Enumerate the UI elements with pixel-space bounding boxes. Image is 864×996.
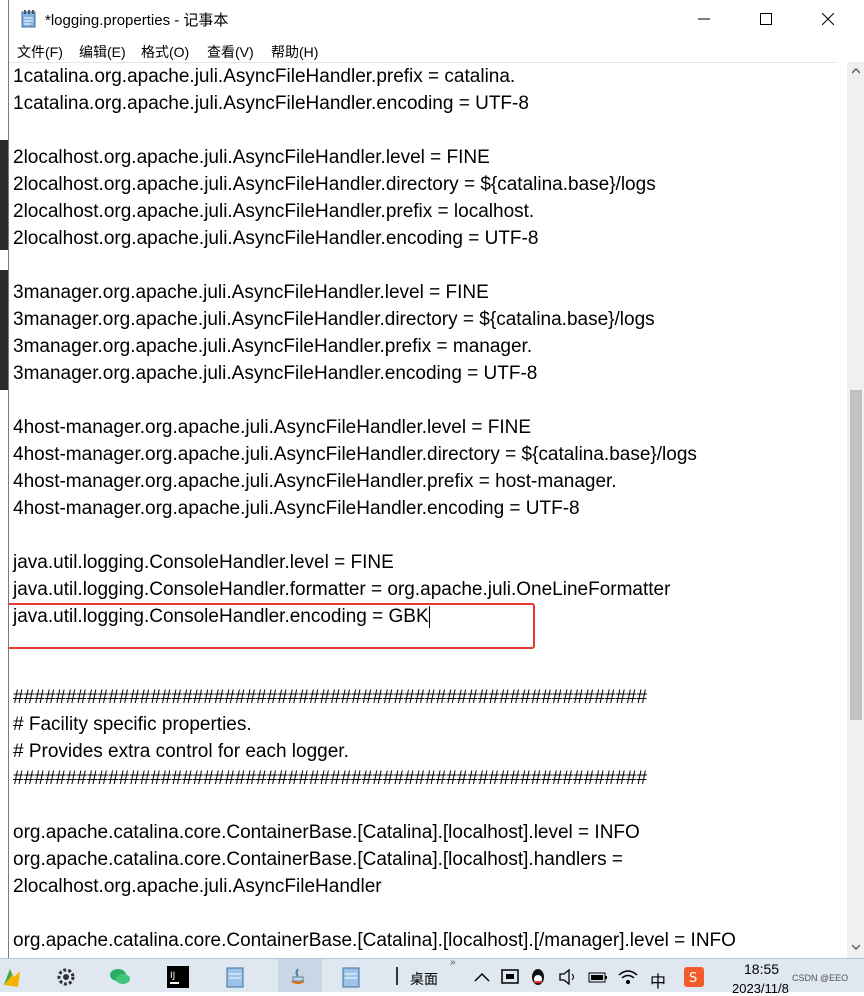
svg-text:IJ: IJ	[170, 971, 175, 981]
notepad-icon[interactable]	[340, 965, 364, 989]
taskbar-separator	[396, 967, 398, 985]
notepad-window: *logging.properties - 记事本 文件(F) 编辑(E) 格式…	[8, 0, 864, 959]
editor-line: 1catalina.org.apache.juli.AsyncFileHandl…	[13, 93, 529, 114]
editor-line: 3manager.org.apache.juli.AsyncFileHandle…	[13, 309, 655, 330]
chevron-up-icon[interactable]	[470, 965, 494, 989]
java-icon[interactable]	[286, 965, 310, 989]
background-terminal-fragment	[0, 270, 8, 390]
editor-line: 4host-manager.org.apache.juli.AsyncFileH…	[13, 444, 697, 465]
desktop-toolbar-label[interactable]: 桌面	[410, 969, 438, 989]
scroll-down-icon	[852, 944, 860, 950]
editor-line: # Provides extra control for each logger…	[13, 741, 349, 762]
editor-line: java.util.logging.ConsoleHandler.encodin…	[13, 606, 429, 627]
editor-line: 4host-manager.org.apache.juli.AsyncFileH…	[13, 417, 532, 438]
editor-line: org.apache.catalina.core.ContainerBase.[…	[13, 849, 623, 870]
menu-help[interactable]: 帮助(H)	[271, 42, 318, 62]
close-button[interactable]	[805, 0, 851, 38]
menu-file[interactable]: 文件(F)	[17, 42, 63, 62]
ime-icon[interactable]: 中	[650, 968, 666, 992]
minimize-icon	[698, 18, 710, 20]
menu-edit[interactable]: 编辑(E)	[79, 42, 126, 62]
editor-line: 4host-manager.org.apache.juli.AsyncFileH…	[13, 498, 580, 519]
notepad-icon[interactable]	[224, 965, 248, 989]
editor-line: 2localhost.org.apache.juli.AsyncFileHand…	[13, 174, 656, 195]
menu-bar: 文件(F) 编辑(E) 格式(O) 查看(V) 帮助(H)	[9, 38, 864, 62]
text-editor[interactable]: 1catalina.org.apache.juli.AsyncFileHandl…	[9, 62, 837, 959]
menu-format[interactable]: 格式(O)	[141, 42, 189, 62]
screen-icon[interactable]	[498, 965, 522, 989]
wifi-icon[interactable]	[616, 965, 640, 989]
editor-line: org.apache.catalina.core.ContainerBase.[…	[13, 930, 736, 951]
minimize-button[interactable]	[681, 0, 727, 38]
watermark: CSDN @EEO	[792, 973, 849, 983]
text-caret	[429, 606, 430, 628]
title-bar[interactable]: *logging.properties - 记事本	[9, 0, 864, 38]
clock-time[interactable]: 18:55	[744, 961, 779, 977]
editor-line: 1catalina.org.apache.juli.AsyncFileHandl…	[13, 66, 516, 87]
qq-icon[interactable]	[526, 965, 550, 989]
maximize-button[interactable]	[743, 0, 789, 38]
scroll-down-button[interactable]	[847, 938, 864, 956]
editor-line: 4host-manager.org.apache.juli.AsyncFileH…	[13, 471, 617, 492]
editor-line: 3manager.org.apache.juli.AsyncFileHandle…	[13, 363, 538, 384]
scrollbar-thumb[interactable]	[850, 390, 862, 720]
svg-text:S: S	[689, 971, 697, 986]
maximize-icon	[760, 13, 772, 25]
volume-icon[interactable]	[556, 965, 580, 989]
intellij-icon[interactable]: IJ	[166, 965, 190, 989]
background-terminal-fragment	[0, 140, 8, 250]
battery-icon[interactable]	[586, 965, 610, 989]
editor-line: 3manager.org.apache.juli.AsyncFileHandle…	[13, 336, 533, 357]
notepad-icon	[21, 10, 36, 28]
editor-line: 2localhost.org.apache.juli.AsyncFileHand…	[13, 147, 490, 168]
settings-gear-icon[interactable]	[54, 965, 78, 989]
editor-line: org.apache.catalina.core.ContainerBase.[…	[13, 822, 640, 843]
editor-line: # Facility specific properties.	[13, 714, 252, 735]
close-icon	[822, 13, 834, 25]
editor-line: java.util.logging.ConsoleHandler.level =…	[13, 552, 394, 573]
expand-icon[interactable]: »	[450, 957, 456, 968]
editor-line: 2localhost.org.apache.juli.AsyncFileHand…	[13, 201, 535, 222]
taskbar: IJ 桌面 » 中 S 18:55 2023/11/8 CSDN @EEO	[0, 957, 864, 996]
editor-line: ########################################…	[13, 687, 648, 708]
clock-date[interactable]: 2023/11/8	[732, 981, 789, 996]
menu-view[interactable]: 查看(V)	[207, 42, 254, 62]
vertical-scrollbar[interactable]	[847, 62, 864, 958]
editor-line: ########################################…	[13, 768, 648, 789]
editor-line: 2localhost.org.apache.juli.AsyncFileHand…	[13, 228, 539, 249]
window-title: *logging.properties - 记事本	[45, 12, 229, 29]
editor-line: java.util.logging.ConsoleHandler.formatt…	[13, 579, 671, 600]
scroll-up-icon	[852, 68, 860, 74]
scroll-up-button[interactable]	[847, 62, 864, 80]
wechat-icon[interactable]	[108, 965, 132, 989]
color-logo-icon[interactable]	[0, 965, 24, 989]
editor-line: 2localhost.org.apache.juli.AsyncFileHand…	[13, 876, 382, 897]
sogou-icon[interactable]: S	[682, 965, 706, 989]
editor-line: 3manager.org.apache.juli.AsyncFileHandle…	[13, 282, 489, 303]
